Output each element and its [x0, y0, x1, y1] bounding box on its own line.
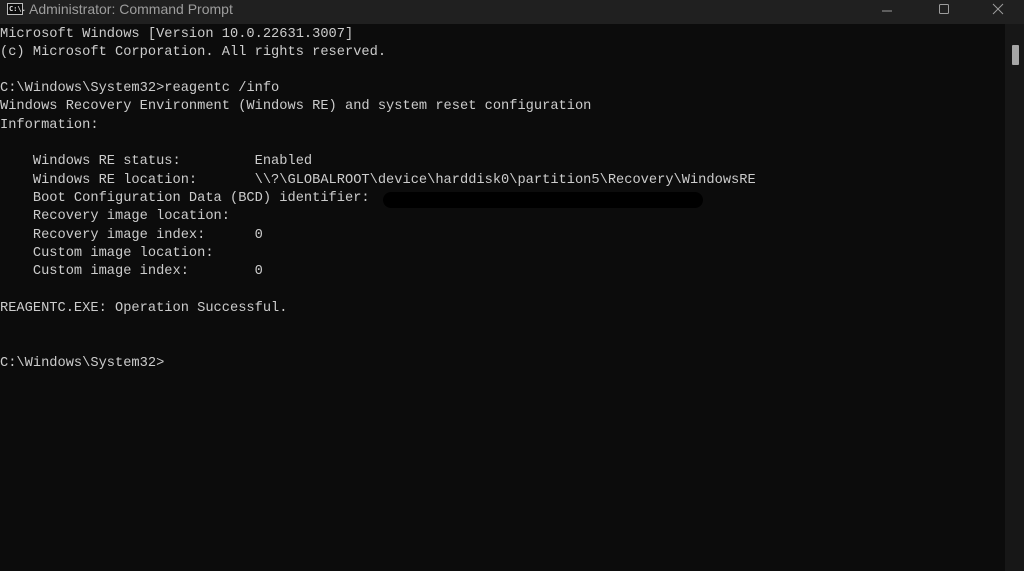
console-line: Recovery image location:	[0, 209, 230, 224]
vertical-scrollbar[interactable]	[1005, 24, 1024, 571]
console-line: Information:	[0, 118, 99, 133]
console-line: Custom image location:	[0, 246, 214, 261]
console-line: (c) Microsoft Corporation. All rights re…	[0, 45, 387, 60]
console-line: Windows Recovery Environment (Windows RE…	[0, 99, 592, 114]
console-line: Recovery image index: 0	[0, 228, 263, 243]
window-title: Administrator: Command Prompt	[29, 1, 233, 17]
minimize-button[interactable]	[864, 0, 910, 22]
console-line: Windows RE location: \\?\GLOBALROOT\devi…	[0, 173, 756, 188]
console-line: Boot Configuration Data (BCD) identifier…	[0, 191, 378, 206]
console-line: Microsoft Windows [Version 10.0.22631.30…	[0, 27, 354, 42]
maximize-icon	[939, 4, 949, 14]
cmd-icon: C:\.	[7, 3, 26, 15]
console-line: C:\Windows\System32>reagentc /info	[0, 81, 280, 96]
console-line: REAGENTC.EXE: Operation Successful.	[0, 301, 288, 316]
scrollbar-thumb[interactable]	[1012, 45, 1019, 65]
close-button[interactable]	[975, 0, 1021, 22]
console-line: Custom image index: 0	[0, 264, 263, 279]
console-line: Windows RE status: Enabled	[0, 154, 313, 169]
close-icon	[992, 3, 1004, 15]
title-bar[interactable]: C:\. Administrator: Command Prompt	[0, 0, 1024, 24]
console-line: C:\Windows\System32>	[0, 356, 165, 371]
redacted-bcd-identifier	[383, 192, 703, 208]
maximize-button[interactable]	[921, 0, 967, 22]
minimize-icon	[882, 10, 892, 12]
